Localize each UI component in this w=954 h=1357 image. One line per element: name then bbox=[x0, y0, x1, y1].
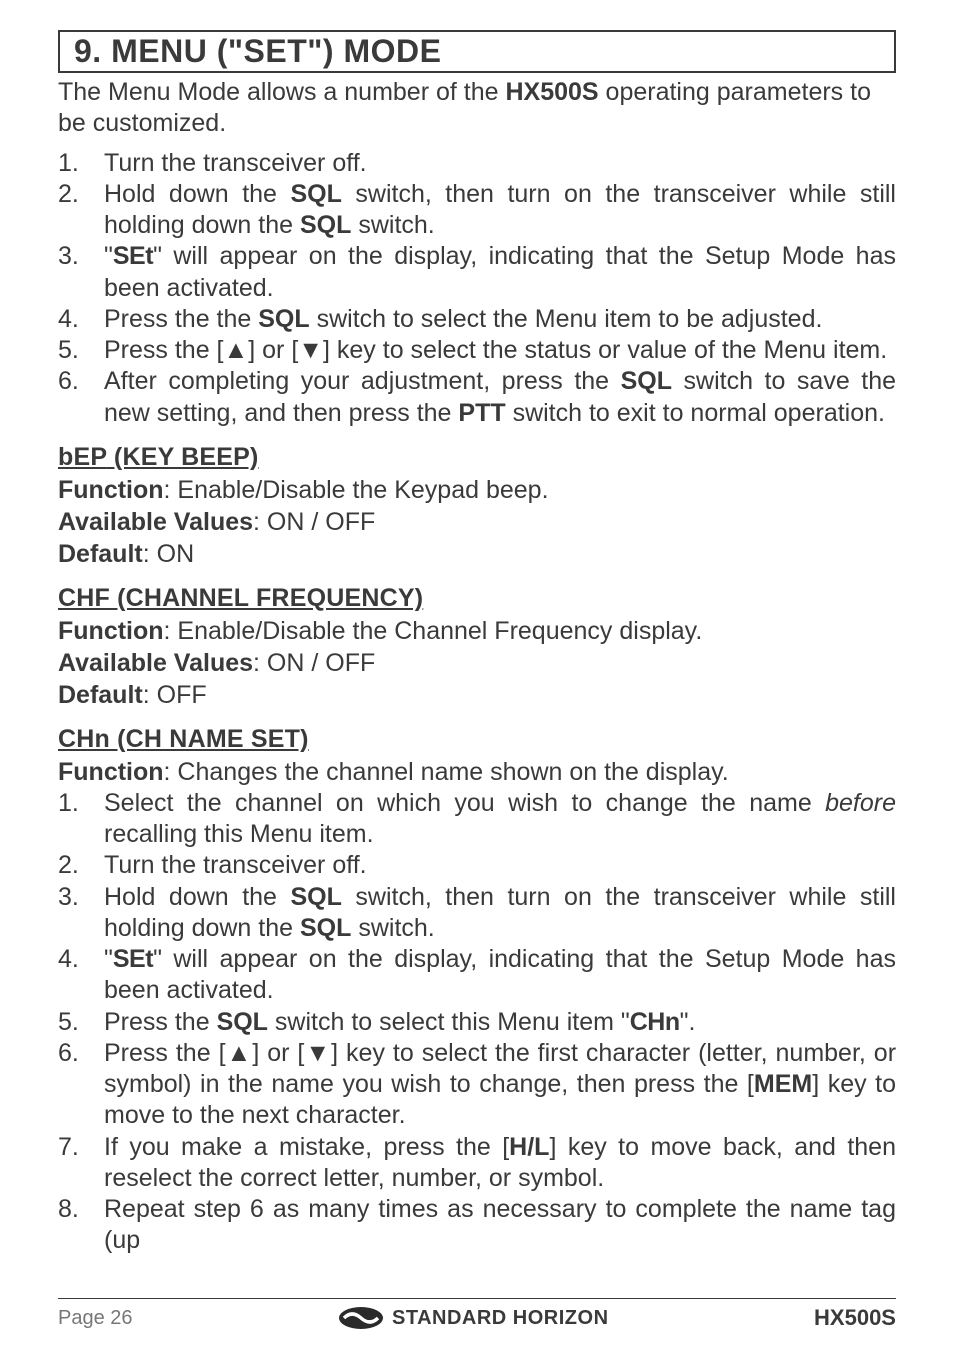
footer-brand-text: STANDARD HORIZON bbox=[392, 1307, 609, 1330]
menu-item-heading: CHn (CH NAME SET) bbox=[58, 725, 896, 754]
list-item-number: 6. bbox=[58, 1038, 104, 1132]
list-item-number: 8. bbox=[58, 1194, 104, 1257]
list-item: 3.Hold down the SQL switch, then turn on… bbox=[58, 882, 896, 945]
list-item-number: 3. bbox=[58, 882, 104, 945]
default-line: Default: ON bbox=[58, 538, 896, 570]
list-item: 5.Press the [▲] or [▼] key to select the… bbox=[58, 335, 896, 366]
main-steps-list: 1.Turn the transceiver off.2.Hold down t… bbox=[58, 148, 896, 429]
list-item: 3."SEt" will appear on the display, indi… bbox=[58, 241, 896, 304]
available-values-line: Available Values: ON / OFF bbox=[58, 647, 896, 679]
list-item-text: After completing your adjustment, press … bbox=[104, 366, 896, 429]
list-item: 2.Hold down the SQL switch, then turn on… bbox=[58, 179, 896, 242]
list-item-text: Repeat step 6 as many times as necessary… bbox=[104, 1194, 896, 1257]
available-values-line: Available Values: ON / OFF bbox=[58, 506, 896, 538]
list-item-number: 1. bbox=[58, 788, 104, 851]
list-item-text: Turn the transceiver off. bbox=[104, 148, 896, 179]
list-item-text: Select the channel on which you wish to … bbox=[104, 788, 896, 851]
list-item-text: Press the [▲] or [▼] key to select the f… bbox=[104, 1038, 896, 1132]
list-item: 4.Press the the SQL switch to select the… bbox=[58, 304, 896, 335]
brand-logo-icon bbox=[338, 1305, 384, 1331]
list-item-number: 3. bbox=[58, 241, 104, 304]
list-item-number: 7. bbox=[58, 1132, 104, 1195]
list-item: 6.Press the [▲] or [▼] key to select the… bbox=[58, 1038, 896, 1132]
function-line: Function: Enable/Disable the Keypad beep… bbox=[58, 474, 896, 506]
list-item-number: 6. bbox=[58, 366, 104, 429]
list-item-text: If you make a mistake, press the [H/L] k… bbox=[104, 1132, 896, 1195]
list-item: 6.After completing your adjustment, pres… bbox=[58, 366, 896, 429]
list-item-text: Press the SQL switch to select this Menu… bbox=[104, 1007, 896, 1038]
list-item: 7.If you make a mistake, press the [H/L]… bbox=[58, 1132, 896, 1195]
footer-model: HX500S bbox=[814, 1305, 896, 1331]
list-item: 4."SEt" will appear on the display, indi… bbox=[58, 944, 896, 1007]
menu-item-heading: bEP (KEY BEEP) bbox=[58, 443, 896, 472]
list-item: 2.Turn the transceiver off. bbox=[58, 850, 896, 881]
list-item-number: 2. bbox=[58, 850, 104, 881]
list-item-text: Hold down the SQL switch, then turn on t… bbox=[104, 882, 896, 945]
function-line: Function: Changes the channel name shown… bbox=[58, 756, 896, 788]
list-item-number: 2. bbox=[58, 179, 104, 242]
list-item: 1.Select the channel on which you wish t… bbox=[58, 788, 896, 851]
list-item: 5.Press the SQL switch to select this Me… bbox=[58, 1007, 896, 1038]
list-item: 1.Turn the transceiver off. bbox=[58, 148, 896, 179]
footer-page-number: Page 26 bbox=[58, 1307, 133, 1330]
list-item-number: 1. bbox=[58, 148, 104, 179]
intro-model: HX500S bbox=[505, 78, 598, 106]
list-item-number: 4. bbox=[58, 944, 104, 1007]
list-item-number: 5. bbox=[58, 335, 104, 366]
list-item-text: "SEt" will appear on the display, indica… bbox=[104, 944, 896, 1007]
list-item-text: Turn the transceiver off. bbox=[104, 850, 896, 881]
page-footer: Page 26 STANDARD HORIZON HX500S bbox=[58, 1298, 896, 1331]
function-line: Function: Enable/Disable the Channel Fre… bbox=[58, 615, 896, 647]
list-item-text: Hold down the SQL switch, then turn on t… bbox=[104, 179, 896, 242]
list-item: 8.Repeat step 6 as many times as necessa… bbox=[58, 1194, 896, 1257]
footer-brand: STANDARD HORIZON bbox=[338, 1305, 609, 1331]
section-title: 9. MENU ("SET") MODE bbox=[74, 33, 886, 70]
list-item-number: 4. bbox=[58, 304, 104, 335]
list-item-number: 5. bbox=[58, 1007, 104, 1038]
list-item-text: "SEt" will appear on the display, indica… bbox=[104, 241, 896, 304]
intro-prefix: The Menu Mode allows a number of the bbox=[58, 78, 505, 106]
substeps-list: 1.Select the channel on which you wish t… bbox=[58, 788, 896, 1257]
list-item-text: Press the the SQL switch to select the M… bbox=[104, 304, 896, 335]
default-line: Default: OFF bbox=[58, 679, 896, 711]
menu-item-section: CHF (CHANNEL FREQUENCY)Function: Enable/… bbox=[58, 584, 896, 711]
menu-item-section: bEP (KEY BEEP)Function: Enable/Disable t… bbox=[58, 443, 896, 570]
list-item-text: Press the [▲] or [▼] key to select the s… bbox=[104, 335, 896, 366]
intro-paragraph: The Menu Mode allows a number of the HX5… bbox=[58, 77, 896, 140]
section-title-container: 9. MENU ("SET") MODE bbox=[58, 30, 896, 73]
menu-item-heading: CHF (CHANNEL FREQUENCY) bbox=[58, 584, 896, 613]
menu-item-section: CHn (CH NAME SET)Function: Changes the c… bbox=[58, 725, 896, 1257]
